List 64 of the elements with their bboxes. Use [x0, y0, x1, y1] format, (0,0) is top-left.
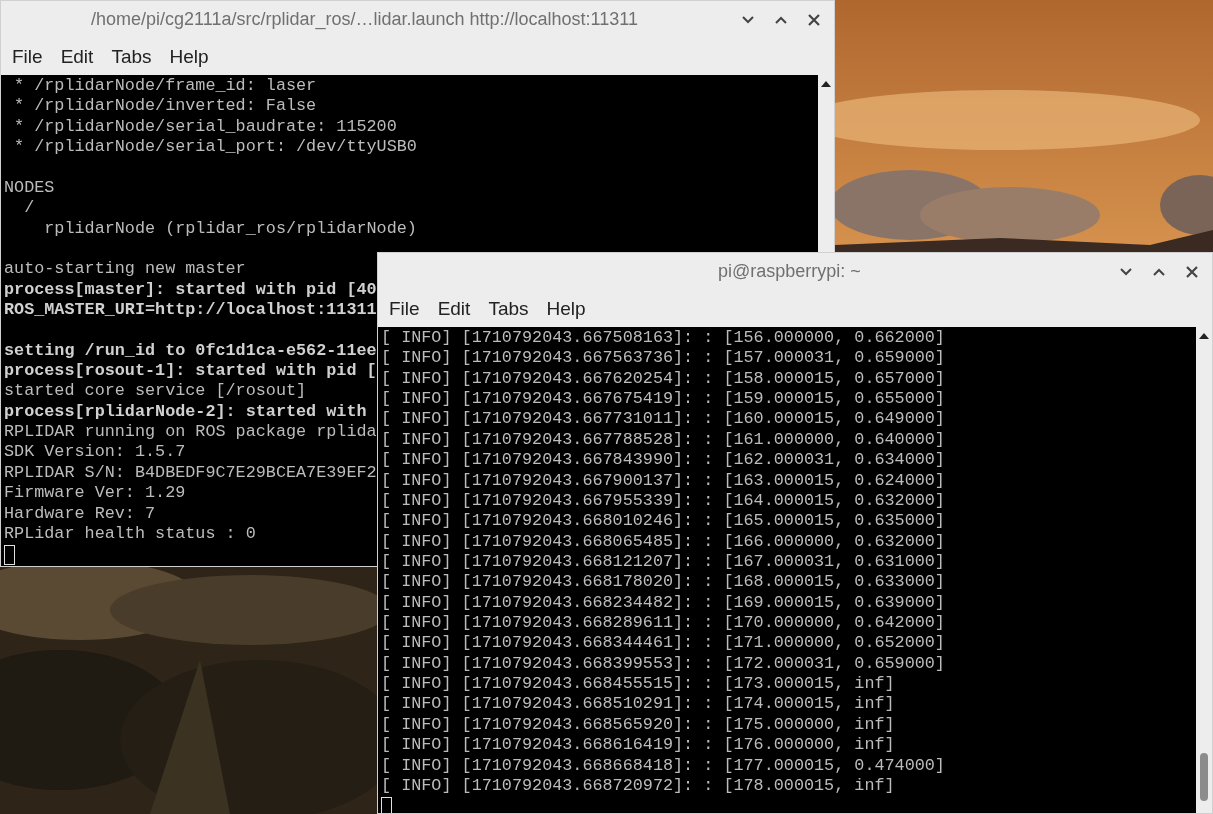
terminal-line: [ INFO] [1710792043.668668418]: : [177.000015, 0.474000] — [381, 755, 945, 776]
terminal-line: [ INFO] [1710792043.668289611]: : [170.000000, 0.642000] — [381, 613, 945, 634]
maximize-icon[interactable] — [1153, 267, 1165, 276]
minimize-icon[interactable] — [742, 15, 754, 24]
terminal-line: [ INFO] [1710792043.667843990]: : [162.000031, 0.634000] — [381, 450, 945, 471]
terminal-line: process[rosout-1]: started with pid [ — [4, 361, 377, 382]
terminal-line: [ INFO] [1710792043.668178020]: : [168.000015, 0.633000] — [381, 572, 945, 593]
menu-item[interactable]: Tabs — [481, 295, 536, 322]
terminal-line: setting /run_id to 0fc1d1ca-e562-11ee — [4, 340, 377, 362]
terminal-line: * /rplidarNode/inverted: False — [13, 96, 317, 117]
terminal-line: [ INFO] [1710792043.667788528]: : [161.000000, 0.640000] — [381, 429, 945, 451]
terminal-line: [ INFO] [1710792043.668455515]: : [173.000015, inf] — [381, 674, 895, 695]
terminal-line: [ INFO] [1710792043.667955339]: : [164.000015, 0.632000] — [381, 490, 945, 512]
menu-item[interactable]: File — [382, 295, 427, 322]
terminal-line: [ INFO] [1710792043.668121207]: : [167.000031, 0.631000] — [381, 551, 945, 573]
terminal-line: * /rplidarNode/serial_baudrate: 115200 — [13, 116, 397, 138]
terminal-line: NODES — [4, 177, 55, 199]
scroll-up-icon[interactable] — [821, 81, 831, 87]
scrollbar-thumb[interactable] — [1200, 753, 1208, 801]
terminal-line: process[master]: started with pid [40 — [4, 279, 377, 300]
terminal-line: / — [23, 198, 35, 219]
terminal-line: * /rplidarNode/serial_port: /dev/ttyUSB0 — [13, 137, 417, 158]
terminal-line: Hardware Rev: 7 — [4, 503, 156, 524]
close-icon[interactable] — [1186, 265, 1198, 278]
menu-item[interactable]: Help — [162, 43, 216, 70]
terminal-line: RPLIDAR S/N: B4DBEDF9C7E29BCEA7E39EF2 — [4, 462, 377, 484]
terminal-line: [ INFO] [1710792043.667731011]: : [160.000015, 0.649000] — [381, 409, 945, 430]
terminal-line: [ INFO] [1710792043.667900137]: : [163.000015, 0.624000] — [381, 470, 945, 491]
terminal-line: ROS_MASTER_URI=http://localhost:11311 — [4, 299, 377, 321]
terminal-line: [ INFO] [1710792043.667675419]: : [159.000015, 0.655000] — [381, 389, 945, 410]
menu-item[interactable]: Help — [539, 295, 593, 322]
terminal-line: [ INFO] [1710792043.668010246]: : [165.000015, 0.635000] — [381, 511, 945, 532]
terminal-line: [ INFO] [1710792043.668234482]: : [169.000015, 0.639000] — [381, 592, 945, 614]
terminal-line: [ INFO] [1710792043.668565920]: : [175.000000, inf] — [381, 714, 895, 736]
menu-item[interactable]: Edit — [430, 295, 478, 322]
terminal-line: SDK Version: 1.5.7 — [4, 442, 186, 463]
terminal-line: [ INFO] [1710792043.667508163]: : [156.000000, 0.662000] — [381, 328, 945, 349]
close-icon[interactable] — [808, 13, 820, 26]
terminal-line: [ INFO] [1710792043.668510291]: : [174.000015, inf] — [381, 694, 895, 715]
terminal-line: [ INFO] [1710792043.668065485]: : [166.000000, 0.632000] — [381, 531, 945, 552]
window-title: pi@raspberrypi: ~ — [717, 261, 862, 282]
terminal-line: * /rplidarNode/frame_id: laser — [13, 76, 317, 97]
text-cursor — [4, 545, 15, 566]
terminal-line: [ INFO] [1710792043.667620254]: : [158.000015, 0.657000] — [381, 368, 945, 390]
menu-item[interactable]: File — [5, 43, 50, 70]
terminal-line: [ INFO] [1710792043.668616419]: : [176.000000, inf] — [381, 735, 895, 756]
text-cursor — [381, 797, 392, 813]
menu-item[interactable]: Tabs — [104, 43, 159, 70]
terminal-line: process[rplidarNode-2]: started with — [4, 401, 367, 423]
terminal-line: [ INFO] [1710792043.668399553]: : [172.000031, 0.659000] — [381, 653, 945, 675]
window-title: /home/pi/cg2111a/src/rplidar_ros/…lidar.launch http://localhost:11311 — [90, 9, 639, 30]
maximize-icon[interactable] — [775, 15, 787, 24]
minimize-icon[interactable] — [1120, 267, 1132, 276]
menu-item[interactable]: Edit — [53, 43, 101, 70]
terminal-line: [ INFO] [1710792043.667563736]: : [157.000031, 0.659000] — [381, 348, 945, 369]
terminal-line: auto-starting new master — [4, 259, 246, 280]
terminal-line: Firmware Ver: 1.29 — [4, 483, 186, 504]
terminal-line: rplidarNode (rplidar_ros/rplidarNode) — [43, 218, 417, 239]
terminal-line: [ INFO] [1710792043.668720972]: : [178.000015, inf] — [381, 775, 895, 797]
terminal-line: RPLIDAR running on ROS package rplida — [4, 422, 377, 443]
terminal-line: [ INFO] [1710792043.668344461]: : [171.000000, 0.652000] — [381, 633, 945, 654]
terminal-line: started core service [/rosout] — [4, 381, 307, 402]
scroll-up-icon[interactable] — [1199, 333, 1209, 339]
terminal-line: RPLidar health status : 0 — [4, 523, 256, 545]
